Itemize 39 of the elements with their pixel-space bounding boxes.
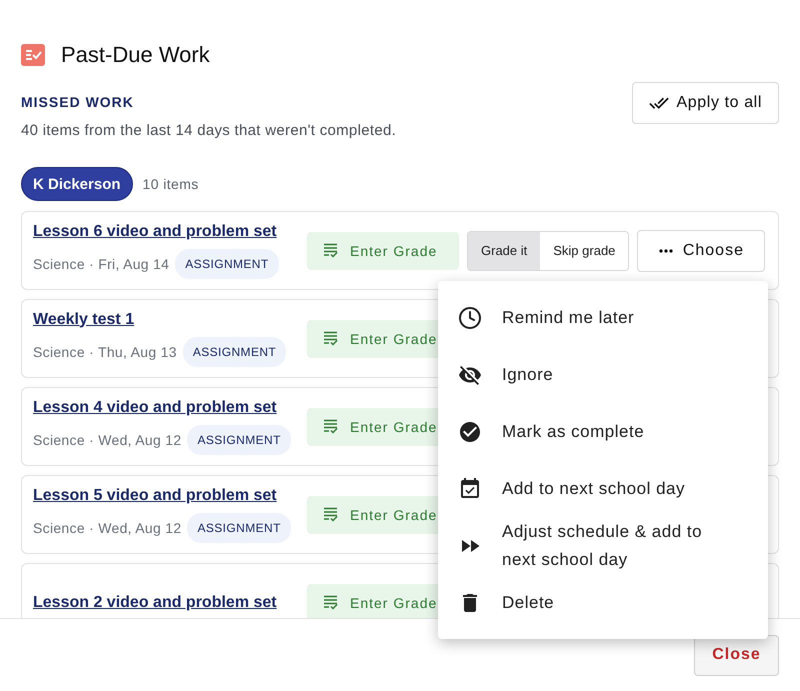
apply-to-all-button[interactable]: Apply to all — [632, 82, 779, 124]
menu-item-label: Delete — [502, 592, 554, 614]
item-tag: ASSIGNMENT — [187, 424, 291, 454]
menu-item-label: Adjust schedule & add to next school day — [502, 520, 704, 570]
menu-item-label: Ignore — [502, 364, 554, 386]
grade-option[interactable]: Grade it — [468, 232, 540, 270]
menu-item-label: Mark as complete — [502, 420, 644, 442]
close-button[interactable]: Close — [694, 634, 779, 676]
checklist-icon — [21, 44, 45, 66]
dialog-title: Past-Due Work — [61, 42, 210, 68]
item-title-link[interactable]: Lesson 2 video and problem set — [33, 594, 277, 612]
calendar-check-icon — [458, 476, 482, 500]
item-tag: ASSIGNMENT — [175, 248, 279, 278]
item-title-link[interactable]: Weekly test 1 — [33, 310, 134, 328]
section-heading: MISSED WORK — [21, 94, 135, 110]
enter-grade-button[interactable]: Enter Grade — [307, 232, 459, 270]
list-check-icon — [323, 595, 338, 610]
item-meta: Science · Thu, Aug 13 — [33, 344, 177, 360]
item-tag: ASSIGNMENT — [187, 512, 291, 542]
list-check-icon — [323, 507, 338, 522]
section-description: 40 items from the last 14 days that weren't completed. — [21, 122, 396, 139]
item-title-link[interactable]: Lesson 4 video and problem set — [33, 398, 277, 416]
item-title-link[interactable]: Lesson 6 video and problem set — [33, 222, 277, 240]
clock-icon — [458, 306, 482, 330]
item-title-link[interactable]: Lesson 5 video and problem set — [33, 486, 277, 504]
student-chip[interactable]: K Dickerson — [21, 167, 133, 201]
list-check-icon — [323, 243, 338, 258]
menu-item-label: Remind me later — [502, 306, 634, 328]
list-check-icon — [323, 331, 338, 346]
more-icon — [658, 248, 673, 252]
choose-button[interactable]: Choose — [637, 230, 766, 272]
item-count: 10 items — [142, 176, 199, 192]
item-meta: Science · Wed, Aug 12 — [33, 520, 182, 536]
item-meta: Science · Fri, Aug 14 — [33, 256, 170, 272]
menu-item-label: Add to next school day — [502, 478, 686, 500]
list-check-icon — [323, 419, 338, 434]
item-tag: ASSIGNMENT — [182, 336, 286, 366]
menu-item[interactable]: Delete — [438, 574, 768, 631]
item-meta: Science · Wed, Aug 12 — [33, 432, 182, 448]
